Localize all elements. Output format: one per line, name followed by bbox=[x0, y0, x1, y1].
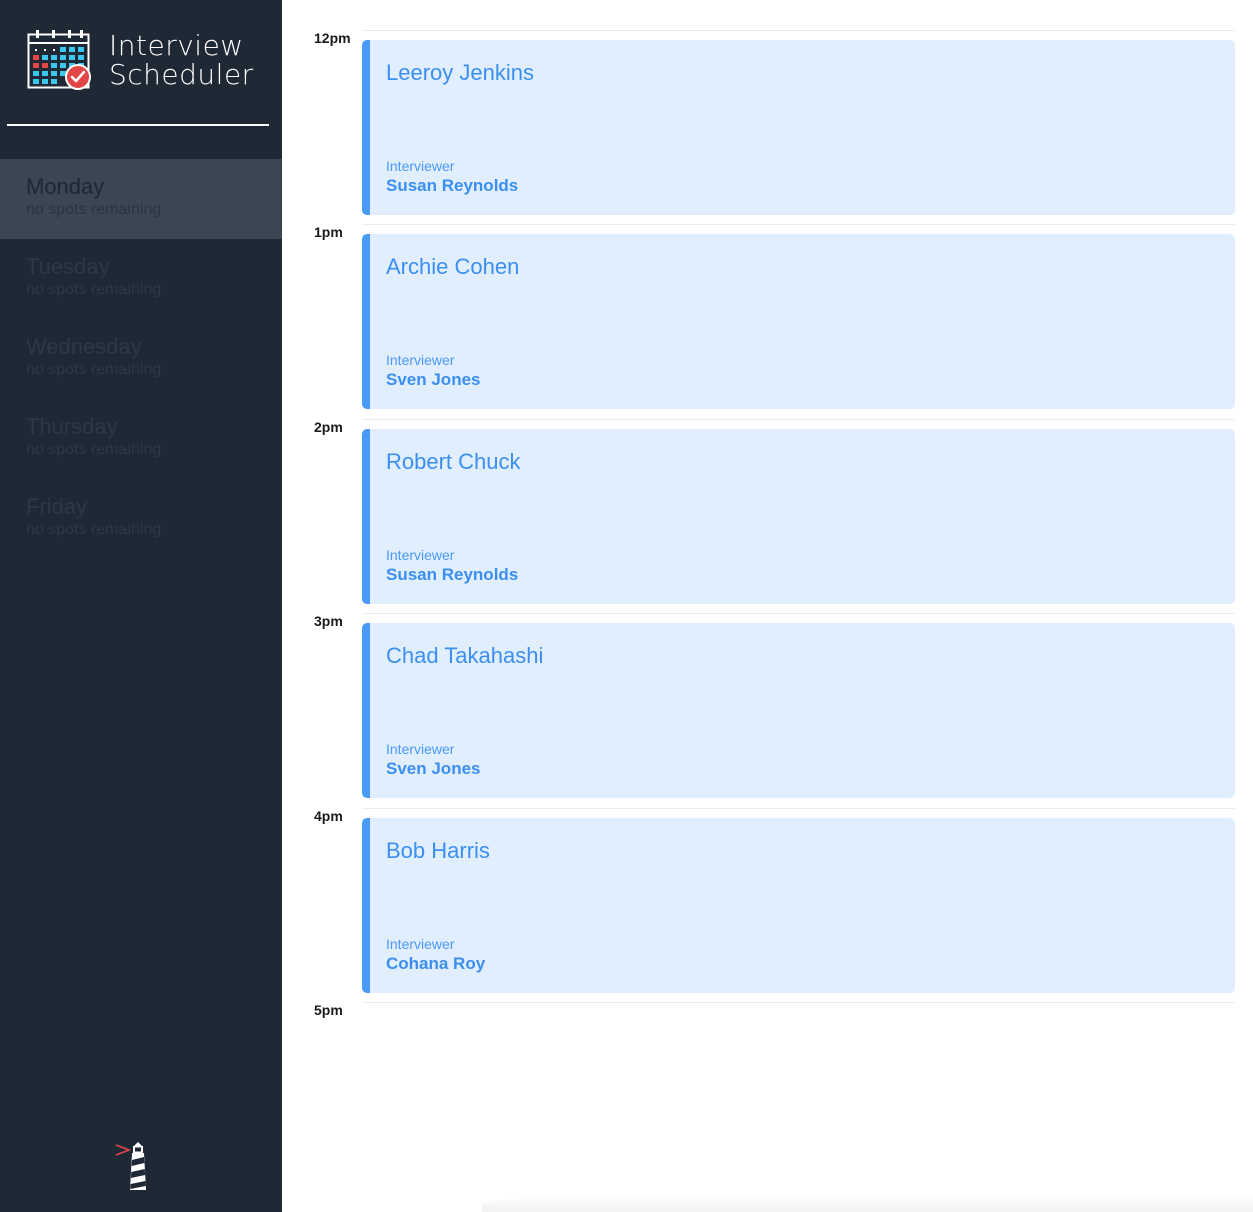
student-name: Leeroy Jenkins bbox=[386, 60, 534, 85]
day-spots: no spots remaining bbox=[26, 521, 162, 538]
appointment-slot: 3pm Chad Takahashi Interviewer Sven Jone… bbox=[282, 613, 1253, 807]
brand: Interview Scheduler bbox=[27, 30, 254, 92]
interviewer-name: Cohana Roy bbox=[386, 954, 486, 973]
interviewer-name: Susan Reynolds bbox=[386, 176, 519, 195]
day-spots: no spots remaining bbox=[26, 281, 162, 298]
app-title: Interview Scheduler bbox=[109, 31, 254, 89]
appointment-card[interactable]: Chad Takahashi Interviewer Sven Jones bbox=[362, 623, 1235, 798]
student-name: Chad Takahashi bbox=[386, 643, 544, 668]
appointment-card[interactable]: Archie Cohen Interviewer Sven Jones bbox=[362, 234, 1235, 409]
sidebar: Interview Scheduler Monday no spots rema… bbox=[0, 0, 282, 1212]
interviewer-name: Susan Reynolds bbox=[386, 565, 519, 584]
day-name: Wednesday bbox=[26, 334, 142, 359]
slot-divider bbox=[362, 808, 1235, 809]
schedule: 12pm Leeroy Jenkins Interviewer Susan Re… bbox=[282, 0, 1253, 1212]
slot-divider bbox=[362, 30, 1235, 31]
appointment-card[interactable]: Leeroy Jenkins Interviewer Susan Reynold… bbox=[362, 40, 1235, 215]
interviewer-label: Interviewer bbox=[386, 158, 455, 174]
interviewer-label: Interviewer bbox=[386, 936, 455, 952]
student-name: Robert Chuck bbox=[386, 449, 521, 474]
day-name: Monday bbox=[26, 174, 105, 199]
interviewer-label: Interviewer bbox=[386, 352, 455, 368]
app-title-line2: Scheduler bbox=[109, 58, 254, 91]
slot-divider bbox=[362, 224, 1235, 225]
appointment-card[interactable]: Bob Harris Interviewer Cohana Roy bbox=[362, 818, 1235, 993]
day-name: Thursday bbox=[26, 414, 118, 439]
day-spots: no spots remaining bbox=[26, 201, 162, 218]
footer-shadow bbox=[482, 1194, 1253, 1212]
day-spots: no spots remaining bbox=[26, 441, 162, 458]
lighthouse-icon bbox=[115, 1142, 146, 1190]
day-spots: no spots remaining bbox=[26, 361, 162, 378]
appointment-slot: 12pm Leeroy Jenkins Interviewer Susan Re… bbox=[282, 30, 1253, 224]
end-time: 5pm bbox=[314, 1002, 343, 1018]
interviewer-label: Interviewer bbox=[386, 547, 455, 563]
calendar-check-icon bbox=[27, 30, 91, 90]
end-slot: 5pm bbox=[282, 1002, 1253, 1022]
sidebar-divider bbox=[7, 124, 269, 126]
day-item-friday[interactable]: Friday no spots remaining bbox=[0, 479, 282, 559]
interviewer-label: Interviewer bbox=[386, 741, 455, 757]
slot-time: 12pm bbox=[314, 30, 351, 46]
appointment-slot: 4pm Bob Harris Interviewer Cohana Roy bbox=[282, 808, 1253, 1002]
app-title-line1: Interview bbox=[109, 29, 244, 62]
day-name: Friday bbox=[26, 494, 88, 519]
slot-divider bbox=[362, 1002, 1235, 1003]
slot-time: 2pm bbox=[314, 419, 343, 435]
slot-time: 4pm bbox=[314, 808, 343, 824]
student-name: Archie Cohen bbox=[386, 254, 520, 279]
day-item-wednesday[interactable]: Wednesday no spots remaining bbox=[0, 319, 282, 399]
slot-time: 3pm bbox=[314, 613, 343, 629]
slot-time: 1pm bbox=[314, 224, 343, 240]
day-item-monday[interactable]: Monday no spots remaining bbox=[0, 159, 282, 239]
day-item-tuesday[interactable]: Tuesday no spots remaining bbox=[0, 239, 282, 319]
day-item-thursday[interactable]: Thursday no spots remaining bbox=[0, 399, 282, 479]
day-list: Monday no spots remaining Tuesday no spo… bbox=[0, 159, 282, 559]
interviewer-name: Sven Jones bbox=[386, 759, 481, 778]
appointment-card[interactable]: Robert Chuck Interviewer Susan Reynolds bbox=[362, 429, 1235, 604]
day-name: Tuesday bbox=[26, 254, 110, 279]
slot-divider bbox=[362, 613, 1235, 614]
appointment-slot: 2pm Robert Chuck Interviewer Susan Reyno… bbox=[282, 419, 1253, 613]
slot-divider bbox=[362, 419, 1235, 420]
appointment-slot: 1pm Archie Cohen Interviewer Sven Jones bbox=[282, 224, 1253, 418]
interviewer-name: Sven Jones bbox=[386, 370, 481, 389]
student-name: Bob Harris bbox=[386, 838, 490, 863]
app: Interview Scheduler Monday no spots rema… bbox=[0, 0, 1253, 1212]
